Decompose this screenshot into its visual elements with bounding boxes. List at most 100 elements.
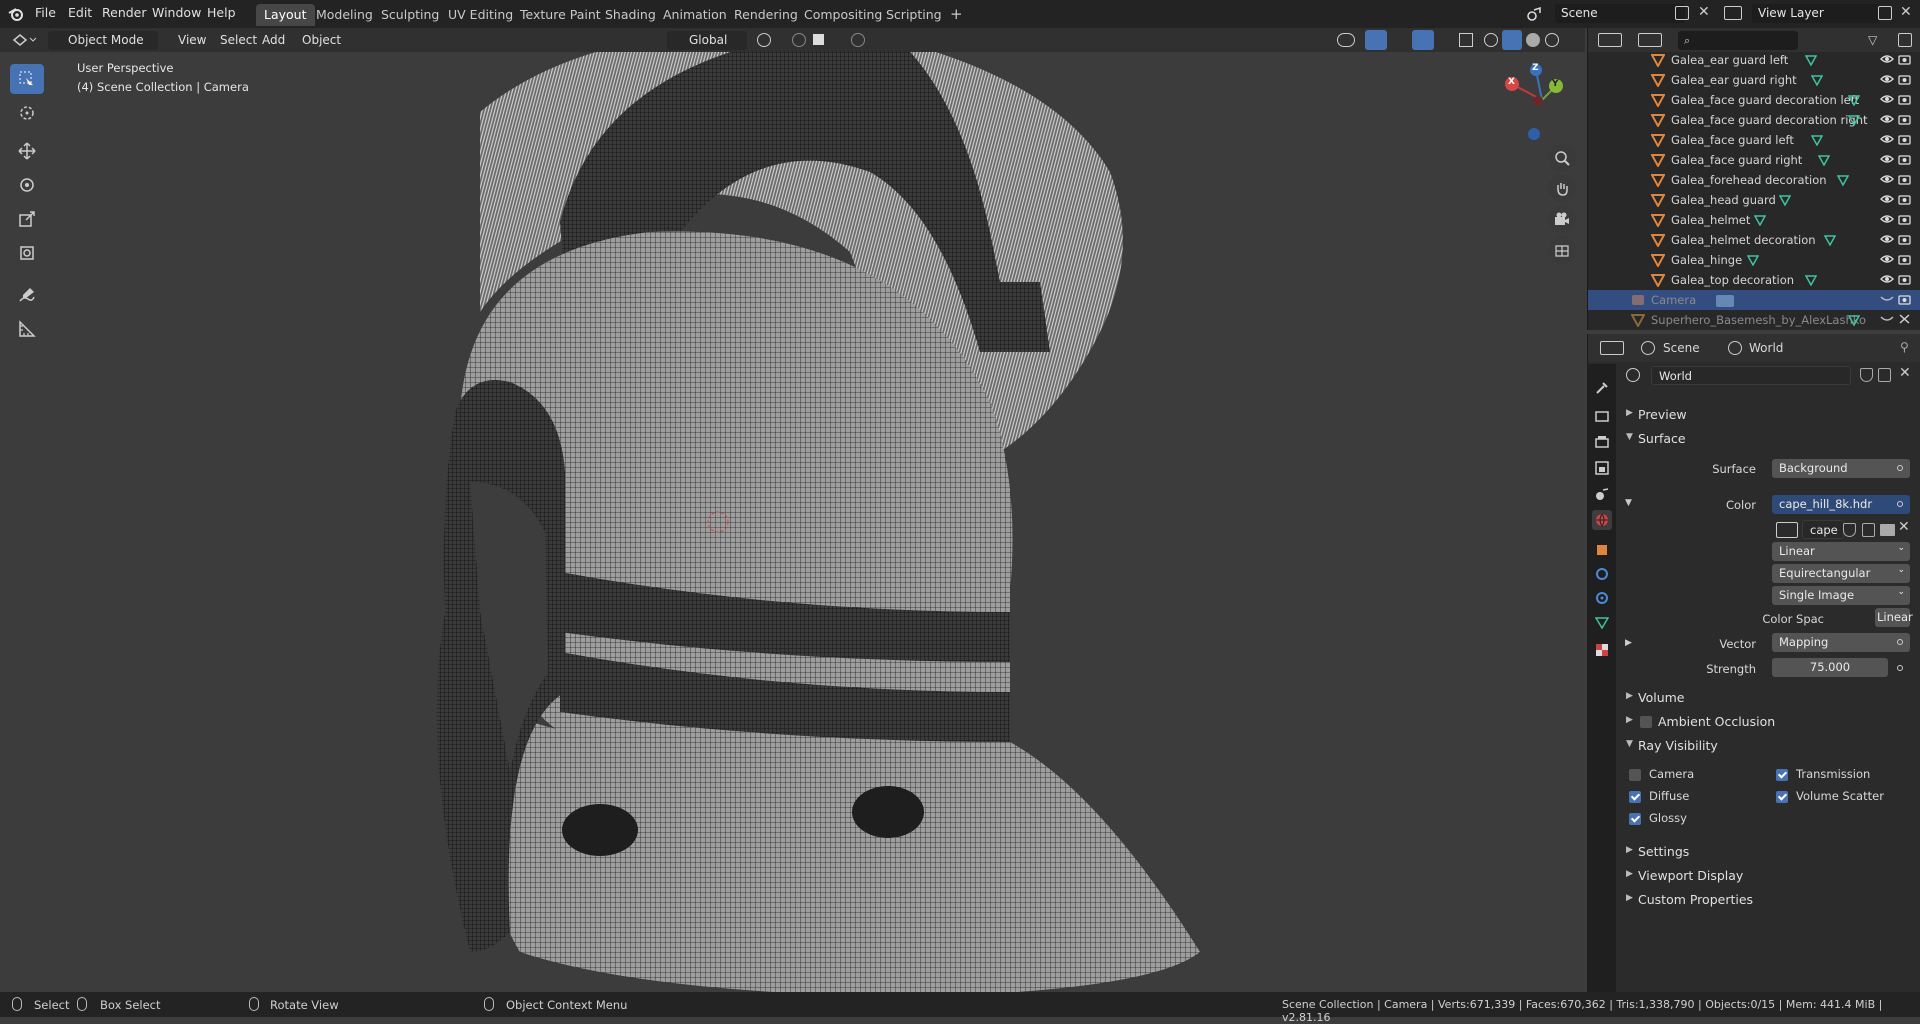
outliner-row[interactable]: Galea_face guard decoration right [1588, 110, 1920, 130]
world-tab-icon[interactable] [1592, 510, 1612, 530]
proportional-edit-icon[interactable] [851, 33, 865, 47]
navigation-gizmo[interactable]: Z X Y [1500, 58, 1584, 142]
material-shading-icon[interactable] [1526, 33, 1540, 47]
outliner-row[interactable]: Galea_face guard right [1588, 150, 1920, 170]
gizmo-toggle-icon[interactable] [1365, 30, 1387, 50]
panel-ray-visibility[interactable]: ▼ Ray Visibility [1620, 735, 1916, 757]
visibility-eye-icon[interactable] [1880, 73, 1894, 85]
outliner-search-input[interactable]: ⌕ [1678, 31, 1798, 50]
visibility-icon[interactable] [1337, 33, 1355, 47]
mesh-data-icon[interactable] [1804, 274, 1818, 287]
render-disabled-icon[interactable] [1898, 313, 1911, 325]
delete-view-layer-icon[interactable]: ✕ [1900, 4, 1912, 20]
zoom-icon[interactable] [1548, 144, 1576, 172]
render-camera-icon[interactable] [1898, 173, 1911, 185]
menu-object[interactable]: Object [296, 31, 347, 50]
mesh-data-icon[interactable] [1779, 194, 1792, 207]
select-box-tool-icon[interactable] [10, 64, 44, 94]
surface-shader-selector[interactable]: Background [1772, 459, 1910, 478]
render-camera-icon[interactable] [1898, 53, 1911, 65]
image-open-folder-icon[interactable] [1880, 524, 1895, 536]
visibility-eye-icon[interactable] [1880, 133, 1894, 145]
render-tab-icon[interactable] [1592, 406, 1612, 426]
add-workspace-button[interactable]: + [942, 2, 971, 24]
render-camera-icon[interactable] [1898, 113, 1911, 125]
menu-help[interactable]: Help [207, 5, 236, 20]
view-layer-icon[interactable] [1724, 6, 1742, 20]
overlay-toggle-icon[interactable] [1412, 30, 1434, 50]
scene-selector[interactable]: Scene [1555, 4, 1685, 23]
visibility-eye-icon[interactable] [1880, 213, 1894, 225]
tool-tab-icon[interactable] [1592, 378, 1612, 398]
render-camera-icon[interactable] [1898, 133, 1911, 145]
modifier-tab-icon[interactable] [1592, 564, 1612, 584]
outliner-row[interactable]: Galea_face guard left [1588, 130, 1920, 150]
mesh-data-icon[interactable] [1804, 54, 1818, 67]
visibility-eye-icon[interactable] [1880, 53, 1894, 65]
rendered-shading-icon[interactable] [1545, 33, 1559, 47]
tab-rendering[interactable]: Rendering [726, 4, 806, 26]
ambient-occlusion-checkbox[interactable] [1640, 716, 1652, 728]
tab-scripting[interactable]: Scripting [878, 4, 950, 26]
render-camera-icon[interactable] [1898, 73, 1911, 85]
ray-glossy-checkbox[interactable] [1629, 813, 1641, 825]
render-camera-icon[interactable] [1898, 233, 1911, 245]
projection-selector[interactable]: Equirectangular ⌄ [1772, 564, 1910, 583]
panel-settings[interactable]: ▶ Settings [1620, 841, 1916, 863]
camera-view-icon[interactable] [1548, 205, 1576, 233]
transform-tool-icon[interactable] [10, 238, 44, 268]
mesh-data-icon[interactable] [1836, 174, 1850, 187]
measure-tool-icon[interactable] [10, 314, 44, 344]
tab-compositing[interactable]: Compositing [796, 4, 890, 26]
ortho-grid-icon[interactable] [1548, 236, 1576, 264]
mesh-data-icon[interactable] [1847, 314, 1861, 327]
transform-orientation-selector[interactable]: Global [667, 31, 747, 50]
tab-texture-paint[interactable]: Texture Paint [512, 4, 609, 26]
menu-view[interactable]: View [172, 31, 212, 50]
filter-icon[interactable]: ▽ [1868, 33, 1888, 47]
outliner-row[interactable]: Galea_face guard decoration left [1588, 90, 1920, 110]
outliner-row[interactable]: Galea_helmet decoration [1588, 230, 1920, 250]
blender-logo-icon[interactable] [8, 6, 24, 22]
outliner-row[interactable]: Galea_helmet [1588, 210, 1920, 230]
image-browse-icon[interactable] [1776, 522, 1798, 538]
tab-layout[interactable]: Layout [256, 4, 315, 26]
menu-add[interactable]: Add [256, 31, 291, 50]
render-camera-icon[interactable] [1898, 213, 1911, 225]
mesh-data-icon[interactable] [1817, 154, 1831, 167]
menu-window[interactable]: Window [152, 5, 201, 20]
tab-uv-editing[interactable]: UV Editing [440, 4, 521, 26]
properties-editor-type-icon[interactable] [1600, 341, 1624, 355]
new-view-layer-icon[interactable] [1878, 6, 1892, 20]
move-tool-icon[interactable] [10, 136, 44, 166]
pivot-icon[interactable] [757, 33, 771, 47]
menu-edit[interactable]: Edit [68, 5, 92, 20]
visibility-eye-icon[interactable] [1880, 273, 1894, 285]
visibility-eye-icon[interactable] [1880, 233, 1894, 245]
visibility-eye-icon[interactable] [1880, 173, 1894, 185]
visibility-eye-icon[interactable] [1880, 193, 1894, 205]
panel-preview[interactable]: ▶ Preview [1620, 404, 1916, 426]
mesh-data-icon[interactable] [1847, 114, 1861, 127]
solid-shading-icon[interactable] [1502, 30, 1522, 50]
outliner-editor-type-icon[interactable] [1598, 33, 1622, 47]
tab-modeling[interactable]: Modeling [308, 4, 381, 26]
vector-mapping-selector[interactable]: Mapping [1772, 633, 1910, 652]
mesh-data-icon[interactable] [1823, 234, 1837, 247]
pin-icon[interactable]: ⚲ [1900, 340, 1909, 354]
panel-viewport-display[interactable]: ▶ Viewport Display [1620, 865, 1916, 887]
panel-custom-properties[interactable]: ▶ Custom Properties [1620, 889, 1916, 911]
new-collection-icon[interactable] [1898, 33, 1912, 47]
render-camera-icon[interactable] [1898, 93, 1911, 105]
snap-icon[interactable] [792, 33, 806, 47]
tab-shading[interactable]: Shading [597, 4, 664, 26]
render-camera-icon[interactable] [1898, 153, 1911, 165]
render-camera-icon[interactable] [1898, 273, 1911, 285]
tab-animation[interactable]: Animation [655, 4, 735, 26]
visibility-eye-icon[interactable] [1880, 293, 1894, 305]
image-fake-user-icon[interactable] [1843, 523, 1856, 537]
outliner-row[interactable]: Galea_forehead decoration [1588, 170, 1920, 190]
scene-tab-icon[interactable] [1592, 484, 1612, 504]
color-space-selector[interactable]: Linear [1875, 608, 1913, 627]
rotate-tool-icon[interactable] [10, 170, 44, 200]
